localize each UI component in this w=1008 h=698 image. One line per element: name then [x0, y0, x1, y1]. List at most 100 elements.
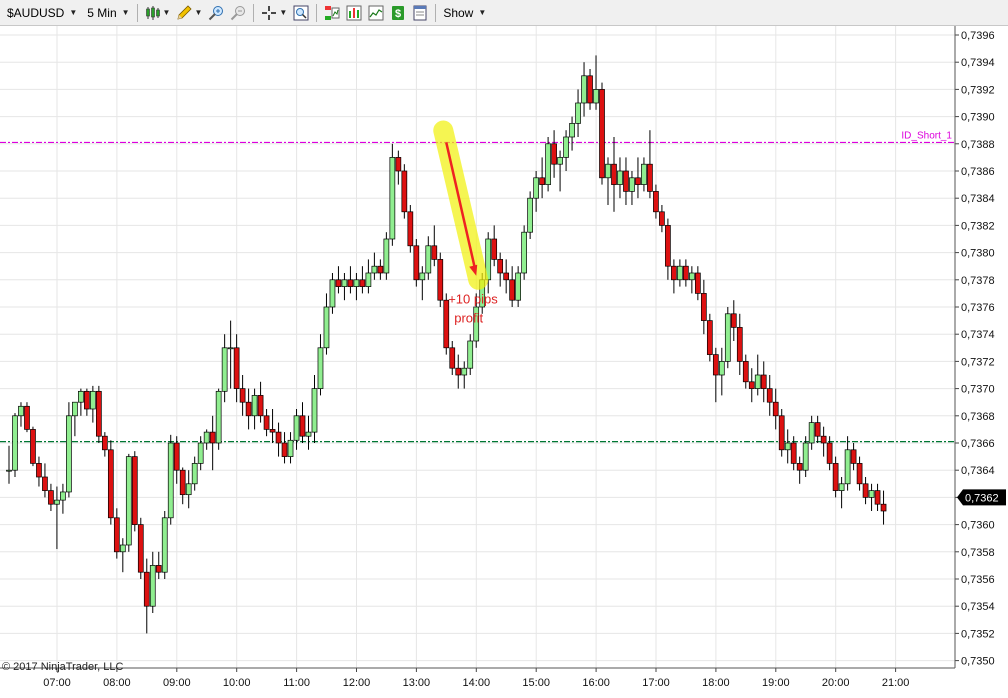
candle-body [209, 431, 216, 444]
candle-body [245, 401, 252, 417]
candle-body [251, 395, 258, 417]
candle-body [766, 388, 773, 403]
trade-annotation: +10 pips profit [433, 120, 498, 326]
y-tick-label: 0,7390 [961, 112, 995, 124]
candle-body [497, 259, 504, 274]
zoom-in-button[interactable] [205, 2, 227, 23]
candle-body [155, 565, 162, 573]
y-tick-label: 0,7396 [961, 30, 995, 42]
candle-body [665, 225, 671, 267]
data-box-button[interactable] [290, 2, 312, 23]
candle-body [455, 367, 462, 376]
candle-body [748, 381, 755, 389]
candle-body [760, 374, 767, 389]
candle-body [311, 388, 318, 433]
toolbar-divider [136, 3, 138, 22]
candle-body [551, 143, 557, 165]
zoom-out-button[interactable] [227, 2, 249, 23]
candle-body [179, 469, 186, 496]
candle-body [347, 279, 354, 287]
y-tick-label: 0,7352 [961, 628, 995, 640]
candle-body [874, 490, 881, 505]
y-tick-label: 0,7372 [961, 356, 995, 368]
drawing-tools-button[interactable]: ▼ [173, 2, 205, 23]
candle-body [317, 347, 324, 389]
candle-body [233, 347, 240, 389]
candle-body [802, 442, 809, 471]
candle-body [143, 571, 150, 607]
candle-body [66, 415, 72, 493]
zoom-out-icon [231, 5, 246, 20]
candle-body [443, 299, 450, 349]
toolbar-divider [316, 3, 318, 22]
candle-body [736, 327, 743, 362]
dollar-button[interactable]: $ [387, 2, 409, 23]
candle-body [275, 431, 282, 444]
y-tick-label: 0,7364 [961, 465, 995, 477]
candle-body [838, 483, 845, 491]
candle-body [491, 238, 498, 260]
candle-body [341, 279, 348, 287]
candle-body [72, 401, 78, 417]
candle-body [365, 272, 372, 287]
candle-body [36, 463, 42, 478]
candle-body [569, 123, 575, 138]
x-tick-label: 20:00 [822, 677, 850, 689]
candle-body [706, 320, 713, 355]
chart-trader-button[interactable] [321, 2, 343, 23]
candle-body [527, 197, 533, 233]
y-tick-label: 0,7384 [961, 193, 995, 205]
indicators-button[interactable] [365, 2, 387, 23]
bars-icon [346, 5, 362, 20]
dollar-icon: $ [392, 5, 405, 20]
candle-body [197, 442, 204, 464]
candle-body [820, 435, 827, 444]
crosshair-button[interactable]: ▼ [258, 2, 290, 23]
crosshair-icon [262, 5, 277, 20]
candle-body [617, 170, 623, 185]
candle-body [413, 245, 420, 281]
candle-body [263, 415, 270, 430]
x-tick-label: 14:00 [463, 677, 491, 689]
candle-body [635, 177, 641, 185]
candle-body [862, 483, 869, 498]
candle-body [95, 390, 102, 437]
candle-body [185, 483, 192, 496]
chevron-down-icon: ▼ [194, 8, 203, 17]
interval-label: 5 Min [87, 5, 117, 20]
candle-body [419, 272, 426, 281]
candle-body [461, 367, 468, 376]
candle-body [257, 395, 264, 417]
show-menu-label: Show [443, 5, 474, 20]
copyright-label: © 2017 NinjaTrader, LLC [2, 661, 123, 673]
candle-body [623, 170, 629, 192]
candle-body [281, 442, 288, 457]
candle-body [125, 456, 132, 546]
candle-body [395, 157, 402, 172]
candle-body [503, 272, 510, 281]
candle-body [42, 476, 48, 491]
candle-body [539, 177, 545, 185]
x-tick-label: 19:00 [762, 677, 790, 689]
chart-area[interactable]: ID_Short_1 0,7396 0,7394 0,7392 0,7390 0,738… [0, 26, 1008, 693]
interval-selector[interactable]: 5 Min ▼ [84, 2, 132, 23]
zoom-in-icon [209, 5, 224, 20]
candle-body [137, 524, 144, 573]
y-tick-label: 0,7370 [961, 384, 995, 396]
show-menu-button[interactable]: Show ▼ [440, 2, 489, 23]
candle-body [641, 163, 647, 185]
candle-body [718, 361, 725, 376]
candle-body [808, 422, 815, 444]
candle-body [431, 245, 438, 260]
strategies-button[interactable] [343, 2, 365, 23]
candle-body [587, 75, 593, 104]
properties-button[interactable] [409, 2, 431, 23]
instrument-selector[interactable]: $AUDUSD ▼ [4, 2, 80, 23]
chevron-down-icon: ▼ [69, 8, 78, 17]
chart-style-button[interactable]: ▼ [142, 2, 174, 23]
candle-body [401, 170, 408, 213]
y-tick-label: 0,7376 [961, 302, 995, 314]
candle-body [653, 191, 659, 213]
last-price-tag: 0,7362 [957, 489, 1006, 506]
y-tick-label: 0,7358 [961, 547, 995, 559]
